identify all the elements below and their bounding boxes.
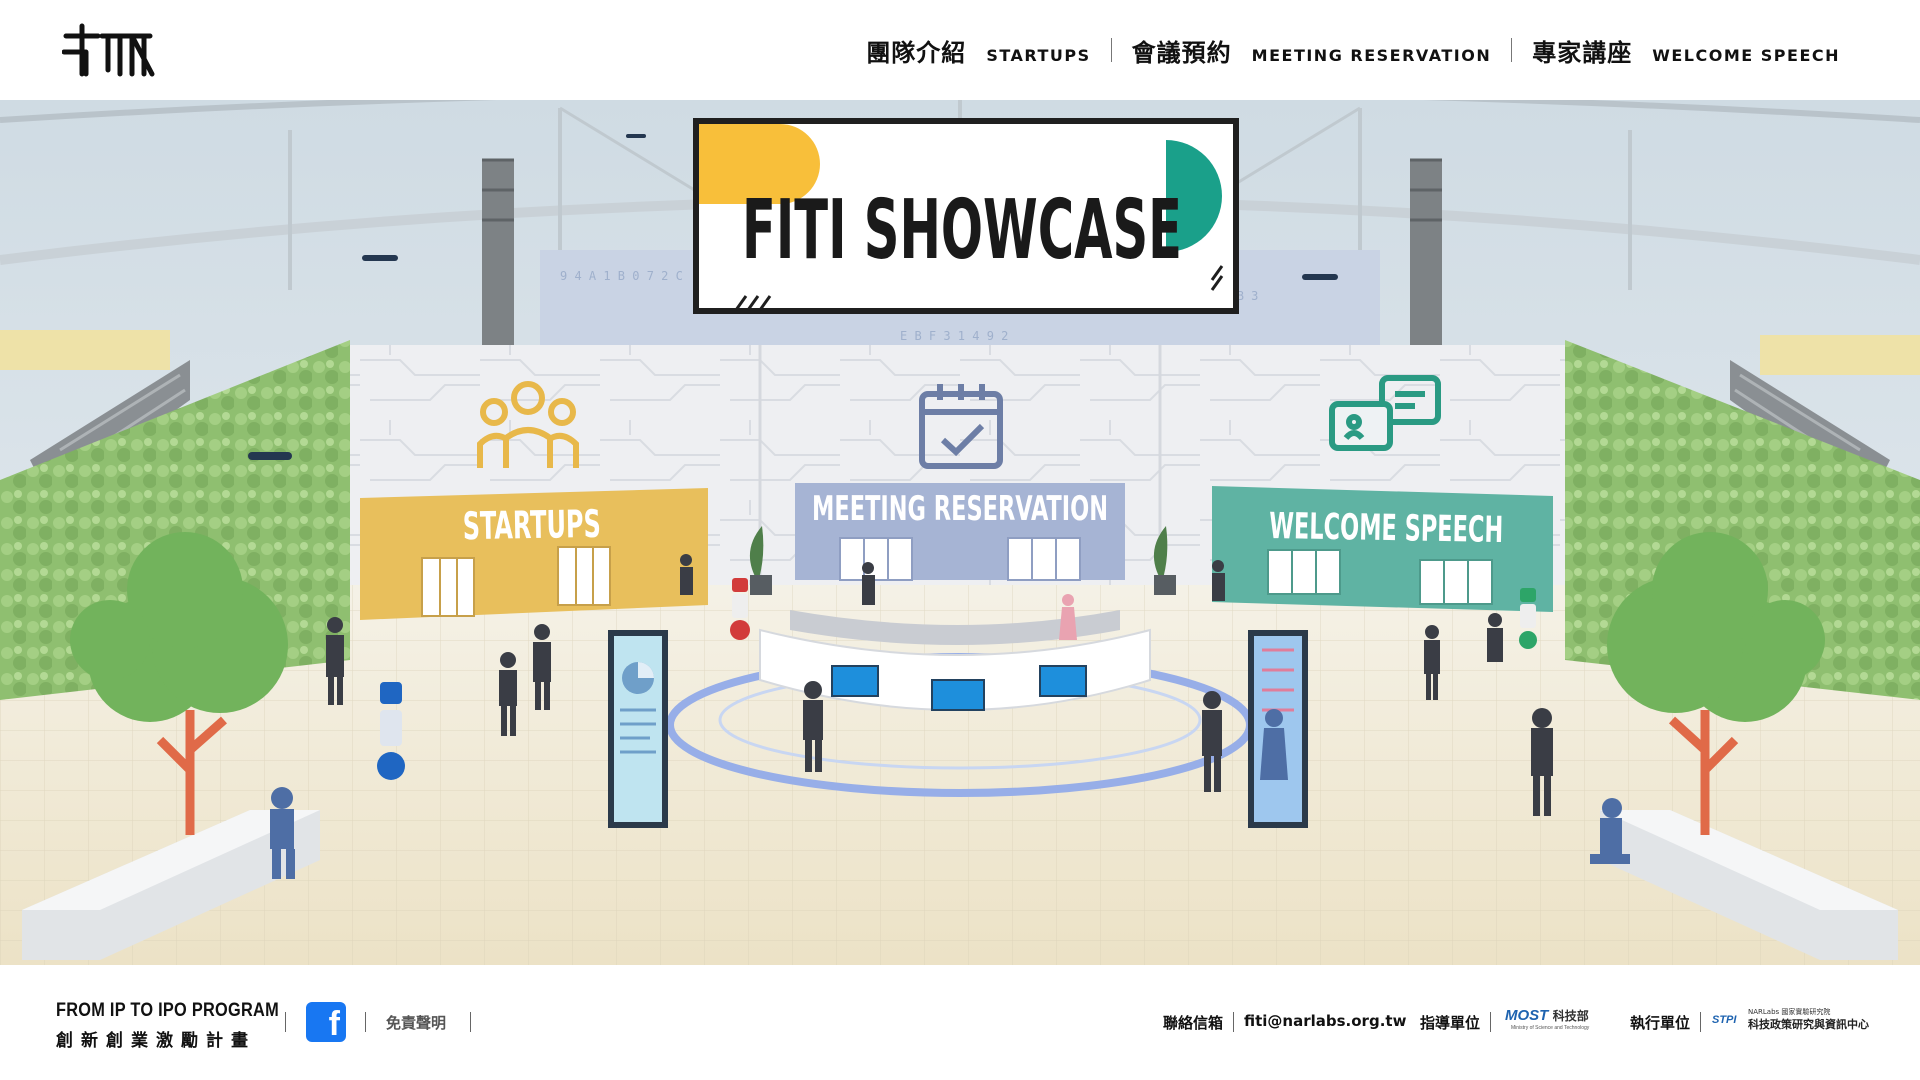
footer-divider bbox=[365, 1012, 366, 1032]
most-logo-name: 科技部 bbox=[1552, 1009, 1589, 1023]
info-kiosk-left[interactable] bbox=[608, 630, 668, 828]
stpi-logo-mark: STPI bbox=[1712, 1014, 1737, 1026]
stpi-logo[interactable]: STPI NARLabs 國家實驗研究院 科技政策研究與資訊中心 bbox=[1712, 1008, 1869, 1034]
nav-divider bbox=[1110, 38, 1112, 62]
robot-green bbox=[1519, 588, 1537, 649]
facebook-glyph: f bbox=[328, 1005, 340, 1043]
virtual-hall-scene: 9 4 A 1 B 0 7 2 C0 7 9 3 8 A 2 B 2 C 0 A… bbox=[0, 100, 1920, 965]
nav-label-en: MEETING RESERVATION bbox=[1251, 45, 1492, 65]
nav-divider bbox=[1511, 38, 1513, 62]
guide-unit-label: 指導單位 bbox=[1420, 1014, 1481, 1032]
exec-unit-label: 執行單位 bbox=[1630, 1014, 1691, 1032]
nav-item-startups[interactable]: 團隊介紹 STARTUPS bbox=[866, 33, 1090, 68]
main-nav: 團隊介紹 STARTUPS 會議預約 MEETING RESERVATION 專… bbox=[866, 30, 1840, 70]
booth-label-startups[interactable]: STARTUPS bbox=[462, 502, 601, 548]
footer-divider bbox=[1700, 1012, 1701, 1032]
contact-label: 聯絡信箱 bbox=[1163, 1014, 1224, 1032]
svg-text:9 4 A 1 B 0 7 2 C: 9 4 A 1 B 0 7 2 C bbox=[560, 269, 683, 283]
most-logo-mark: MOST bbox=[1505, 1007, 1549, 1024]
header: 團隊介紹 STARTUPS 會議預約 MEETING RESERVATION 專… bbox=[0, 0, 1920, 100]
booth-label-welcome-speech[interactable]: WELCOME SPEECH bbox=[1269, 506, 1504, 551]
booth-label-meeting-reservation[interactable]: MEETING RESERVATION bbox=[812, 489, 1108, 529]
banner-title: FITI SHOWCASE bbox=[742, 183, 1182, 278]
robot-left bbox=[377, 682, 405, 780]
fiti-showcase-banner: FITI SHOWCASE bbox=[693, 118, 1239, 314]
most-logo-sub: Ministry of Science and Technology bbox=[1511, 1025, 1590, 1031]
program-title: FROM IP TO IPO PROGRAM 創新創業激勵計畫 bbox=[56, 1000, 315, 1051]
facebook-icon[interactable]: f bbox=[306, 1002, 346, 1043]
footer-divider bbox=[470, 1012, 471, 1032]
contact-email-link[interactable]: fiti@narlabs.org.tw bbox=[1244, 1012, 1406, 1030]
footer-divider bbox=[1490, 1012, 1491, 1032]
stpi-logo-name: 科技政策研究與資訊中心 bbox=[1748, 1018, 1869, 1031]
nav-label-zh: 會議預約 bbox=[1131, 38, 1232, 67]
program-title-en: FROM IP TO IPO PROGRAM bbox=[56, 1000, 279, 1021]
robot-red bbox=[730, 578, 750, 640]
hall-illustration: 9 4 A 1 B 0 7 2 C0 7 9 3 8 A 2 B 2 C 0 A… bbox=[0, 100, 1920, 965]
nav-label-zh: 專家講座 bbox=[1532, 38, 1633, 67]
nav-item-meeting-reservation[interactable]: 會議預約 MEETING RESERVATION bbox=[1132, 33, 1492, 68]
nav-label-zh: 團隊介紹 bbox=[866, 38, 967, 67]
nav-label-en: WELCOME SPEECH bbox=[1652, 45, 1840, 65]
nav-item-welcome-speech[interactable]: 專家講座 WELCOME SPEECH bbox=[1532, 33, 1840, 68]
nav-label-en: STARTUPS bbox=[986, 45, 1091, 65]
footer-divider bbox=[1233, 1012, 1234, 1032]
program-title-zh: 創新創業激勵計畫 bbox=[56, 1031, 256, 1051]
svg-text:E B F 3 1 4 9 2: E B F 3 1 4 9 2 bbox=[900, 329, 1008, 343]
disclaimer-link[interactable]: 免責聲明 bbox=[386, 1012, 446, 1033]
footer-divider bbox=[285, 1012, 286, 1032]
most-logo[interactable]: MOST 科技部 Ministry of Science and Technol… bbox=[1505, 1007, 1595, 1031]
fiti-logo[interactable] bbox=[62, 22, 156, 78]
